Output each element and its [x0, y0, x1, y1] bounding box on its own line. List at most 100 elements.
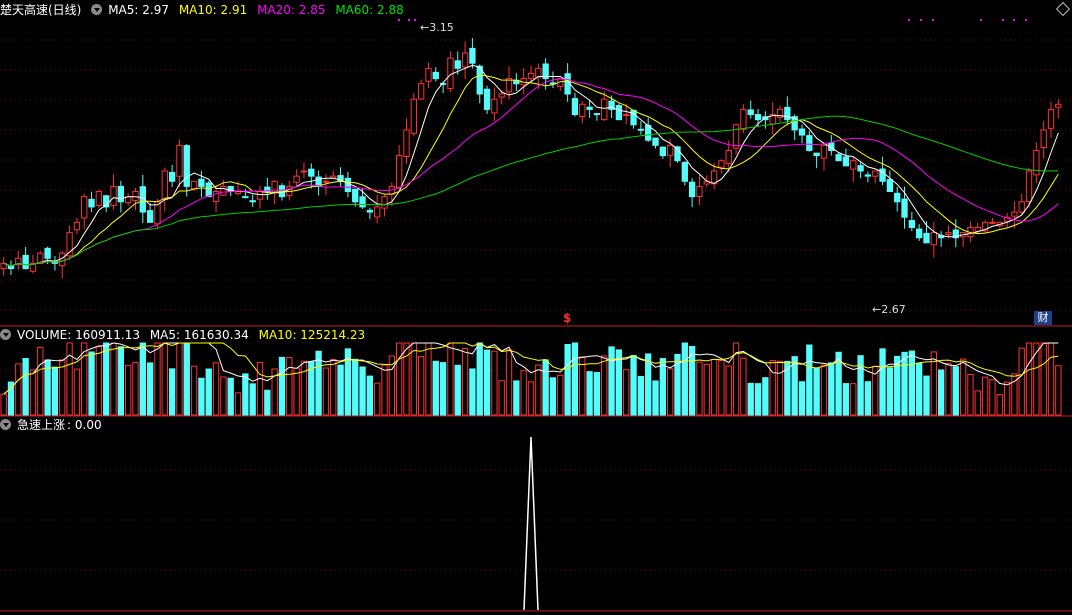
volume-bar [139, 342, 146, 416]
low-price-label: ←2.67 [872, 303, 906, 316]
volume-bar [154, 342, 161, 416]
stock-title: 楚天高速(日线) [0, 3, 82, 17]
candle-body [242, 196, 249, 199]
ma5-label: MA5: 2.97 [108, 3, 169, 17]
volume-bar [161, 342, 168, 416]
candle-body [916, 228, 923, 239]
volume-bar [168, 368, 176, 416]
volume-bar [820, 364, 828, 416]
candle-body [469, 47, 476, 64]
volume-bar [234, 392, 242, 416]
indicator-collapse-icon[interactable] [0, 419, 11, 430]
indicator-name: 急速上涨 [17, 418, 66, 432]
volume-bar [564, 344, 571, 416]
candle-body [190, 180, 198, 190]
stock-chart [0, 19, 1072, 612]
signal-dot [908, 19, 910, 21]
volume-bar [630, 355, 637, 416]
volume-bar [557, 374, 564, 416]
volume-header: VOLUME: 160911.13 MA5: 161630.34 MA10: 1… [0, 327, 371, 343]
candle-body [901, 198, 908, 218]
candle-body [330, 175, 337, 179]
candle-body [461, 52, 469, 68]
indicator-header: 急速上涨: 0.00 [0, 417, 108, 433]
volume-bar [813, 367, 820, 416]
volume-bar [798, 381, 806, 416]
candle-body [205, 182, 212, 198]
candle-body [110, 185, 117, 206]
volume-bar [593, 371, 601, 416]
volume-bar [103, 342, 110, 416]
volume-bar [22, 358, 29, 416]
volume-bar [95, 346, 103, 416]
volume-bar [66, 342, 73, 416]
volume-bar [681, 342, 688, 416]
candle-body [659, 146, 666, 157]
candle-body [945, 232, 952, 236]
volume-bar [110, 342, 117, 416]
candle-body [586, 106, 593, 110]
volume-bar [754, 383, 762, 416]
volume-bar [952, 366, 959, 416]
volume-bar [322, 367, 330, 416]
candle-body [974, 226, 981, 232]
candle-body [842, 156, 850, 167]
volume-bar [198, 377, 205, 416]
candle-body [22, 254, 29, 270]
signal-dot [398, 19, 400, 21]
ma20-label: MA20: 2.85 [257, 3, 326, 17]
volume-bar [505, 349, 513, 416]
volume-bar [190, 365, 198, 416]
candle-body [183, 145, 190, 187]
grid-lines [0, 39, 1072, 612]
candle-body [806, 135, 813, 151]
volume-bar [0, 393, 7, 416]
signal-dot [980, 19, 982, 21]
candle-body [81, 196, 88, 219]
volume-bar [762, 377, 769, 416]
volume-bar [828, 362, 835, 416]
high-price-label: ←3.15 [420, 21, 454, 34]
candle-body [754, 114, 762, 121]
candle-body [220, 185, 227, 196]
signal-dot [414, 19, 416, 21]
volume-bar [183, 342, 190, 416]
volume-bar [916, 362, 923, 416]
volume-bar [513, 380, 520, 416]
candle-body [271, 180, 278, 194]
volume-bar [432, 360, 439, 416]
volume-bar [1040, 342, 1047, 416]
volume-bar [425, 342, 432, 416]
candle-body [352, 188, 359, 203]
candle-body [425, 67, 432, 82]
volume-bar [212, 362, 220, 416]
volume-bar [476, 342, 483, 416]
volume-bar [908, 350, 916, 416]
candle-body [1018, 201, 1025, 213]
candle-body [1025, 170, 1033, 202]
volume-bar [352, 358, 359, 416]
candle-body [381, 196, 388, 209]
candle-body [820, 144, 828, 159]
candle-body [593, 113, 601, 116]
volume-bar [286, 356, 293, 416]
candle-body [146, 210, 154, 223]
volume-bar [959, 358, 967, 416]
candle-body [747, 109, 754, 116]
volume-bar [220, 376, 227, 416]
candle-body [95, 191, 103, 206]
collapse-icon[interactable] [91, 4, 103, 15]
dividend-marker[interactable]: $ [563, 311, 571, 325]
candle-body [374, 206, 381, 218]
candle-body [366, 209, 374, 213]
candle-body [623, 114, 630, 117]
volume-bar [659, 358, 666, 416]
volume-bar [652, 380, 659, 416]
finance-badge[interactable]: 财 [1034, 311, 1052, 325]
volume-collapse-icon[interactable] [0, 329, 11, 340]
signal-dot [408, 19, 410, 21]
candle-body [688, 181, 696, 198]
volume-bar [857, 355, 864, 416]
volume-bar [967, 374, 974, 416]
candle-body [798, 128, 806, 136]
